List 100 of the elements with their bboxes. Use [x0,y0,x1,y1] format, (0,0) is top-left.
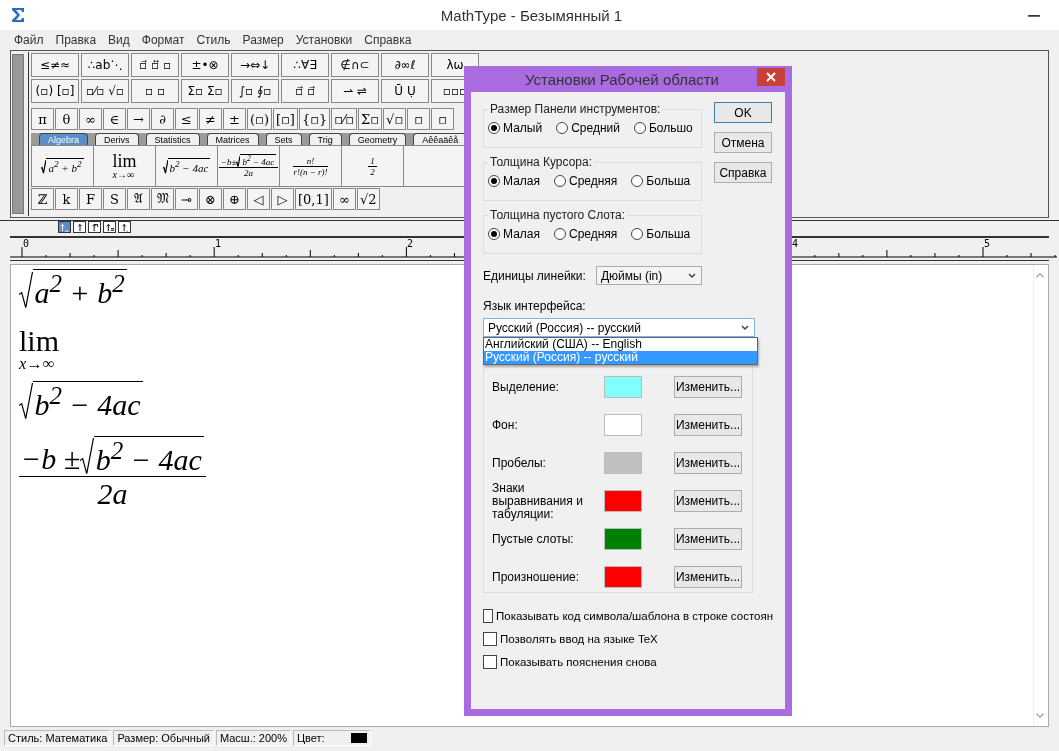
palette-button[interactable]: (▫) [▫] [31,79,79,103]
palette-button[interactable]: ▫ ▫ [131,79,179,103]
radio-option[interactable]: Малая [488,174,540,188]
symbol-button[interactable]: Σ▫ [358,108,383,130]
units-dropdown[interactable]: Дюймы (in) [595,266,702,285]
menu-item[interactable]: Формат [135,33,191,47]
symbol-button[interactable]: ▫ [431,108,455,130]
symbol-button[interactable]: [▫] [272,108,298,130]
palette-button[interactable]: ▫⁄▫ √▫ [81,79,129,103]
nudge-button[interactable] [118,221,131,233]
palette-button[interactable]: ≤≠≈ [31,53,79,77]
symbol-button[interactable]: √▫ [383,108,407,130]
palette-button[interactable]: ∴ab⋱ [81,53,129,77]
menu-item[interactable]: Правка [49,33,103,47]
palette-button[interactable]: →⇔↓ [231,53,279,77]
symbol-button[interactable]: ◁ [247,188,270,210]
symbol-button[interactable]: 𝔄 [127,188,150,210]
symbol-button[interactable]: F [79,188,102,210]
dialog-button[interactable]: Справка [714,162,772,183]
radio-button[interactable] [556,122,569,134]
symbol-button[interactable]: k [55,188,78,210]
symbol-button[interactable]: ▷ [271,188,294,210]
palette-button[interactable]: ⇀ ⇌ [331,79,379,103]
symbol-button[interactable]: ⊸ [175,188,198,210]
radio-option[interactable]: Малый [488,121,543,135]
symbol-button[interactable]: → [127,108,150,130]
symbol-button[interactable]: S [103,188,126,210]
symbol-button[interactable]: ≠ [199,108,222,130]
symbol-button[interactable]: [0,1] [295,188,332,210]
radio-label[interactable]: Средний [571,121,620,135]
menu-item[interactable]: Размер [236,33,290,47]
symbol-button[interactable]: ⊕ [223,188,246,210]
symbol-button[interactable]: ≤ [175,108,198,130]
menu-item[interactable]: Справка [358,33,418,47]
palette-tab[interactable]: Trig [308,133,342,145]
palette-button[interactable]: ∫▫ ∮▫ [231,79,279,103]
radio-label[interactable]: Малый [503,121,543,135]
menu-item[interactable]: Файл [8,33,50,47]
checkbox[interactable] [483,632,497,646]
radio-button[interactable] [488,228,500,240]
radio-button[interactable] [488,175,500,187]
radio-label[interactable]: Больша [646,227,691,241]
radio-button[interactable] [488,122,500,134]
palette-tab[interactable]: Matrices [206,133,259,145]
palette-button[interactable]: ∂∞ℓ [381,53,429,77]
symbol-button[interactable]: ∂ [151,108,174,130]
nudge-button[interactable] [103,221,116,233]
change-button[interactable]: Изменить... [674,376,742,398]
checkbox-label[interactable]: Позволять ввод на языке TeX [500,633,658,645]
palette-button[interactable]: ▫⃗ ▫⃗ [281,79,329,103]
change-button[interactable]: Изменить... [674,414,742,436]
radio-button[interactable] [554,228,566,240]
symbol-button[interactable]: ∞ [79,108,102,130]
palette-tab[interactable]: Derivs [95,133,139,145]
change-button[interactable]: Изменить... [674,566,742,588]
menu-item[interactable]: Стиль [190,33,237,47]
symbol-button[interactable]: ▫ [407,108,431,130]
radio-button[interactable] [554,175,566,187]
palette-button[interactable]: ∉∩⊂ [331,53,379,77]
radio-option[interactable]: Средний [556,121,620,135]
radio-label[interactable]: Малая [503,227,540,241]
symbol-button[interactable]: ▫⁄▫ [331,108,358,130]
dropdown-list[interactable]: Английский (США) -- English Русский (Россия) -- русский [483,337,758,365]
radio-label[interactable]: Малая [503,174,540,188]
close-icon[interactable] [757,68,785,86]
nudge-button[interactable] [73,221,86,233]
dropdown-option[interactable]: Английский (США) -- English [484,338,757,351]
symbol-button[interactable]: ∈ [103,108,126,130]
symbol-button[interactable]: ∞ [332,188,356,210]
symbol-button[interactable]: ℤ [31,188,54,210]
radio-label[interactable]: Средняя [569,227,618,241]
template-button[interactable]: −b± b$^{2}$ − 4ac 2a [218,146,280,186]
nudge-button[interactable] [88,221,101,233]
palette-button[interactable]: Ū Ụ [381,79,429,103]
symbol-button[interactable]: ⊗ [199,188,222,210]
radio-option[interactable]: Большо [633,121,693,135]
checkbox[interactable] [483,655,497,669]
palette-button[interactable]: ▫⃗ ▫⃡ ▫ [131,53,179,77]
change-button[interactable]: Изменить... [674,528,742,550]
change-button[interactable]: Изменить... [674,452,742,474]
symbol-button[interactable]: θ [55,108,78,130]
palette-tab[interactable]: Statistics [145,133,200,145]
symbol-button[interactable]: √2 [356,188,380,210]
palette-tab[interactable]: Sets [265,133,302,145]
radio-option[interactable]: Малая [488,227,540,241]
checkbox[interactable] [483,609,494,623]
radio-option[interactable]: Больша [631,227,691,241]
language-dropdown[interactable]: Русский (Россия) -- русский [483,318,755,337]
menu-item[interactable]: Установки [289,33,359,47]
radio-label[interactable]: Средняя [569,174,618,188]
radio-option[interactable]: Больша [631,174,691,188]
change-button[interactable]: Изменить... [674,490,742,512]
symbol-button[interactable]: π [31,108,54,130]
grip-bar[interactable] [12,54,24,214]
radio-label[interactable]: Больша [646,174,691,188]
symbol-button[interactable]: (▫) [247,108,272,130]
checkbox-label[interactable]: Показывать код символа/шаблона в строке состоян [496,610,773,622]
radio-label[interactable]: Большо [648,121,693,135]
nudge-button[interactable] [58,221,71,233]
radio-button[interactable] [631,175,644,187]
